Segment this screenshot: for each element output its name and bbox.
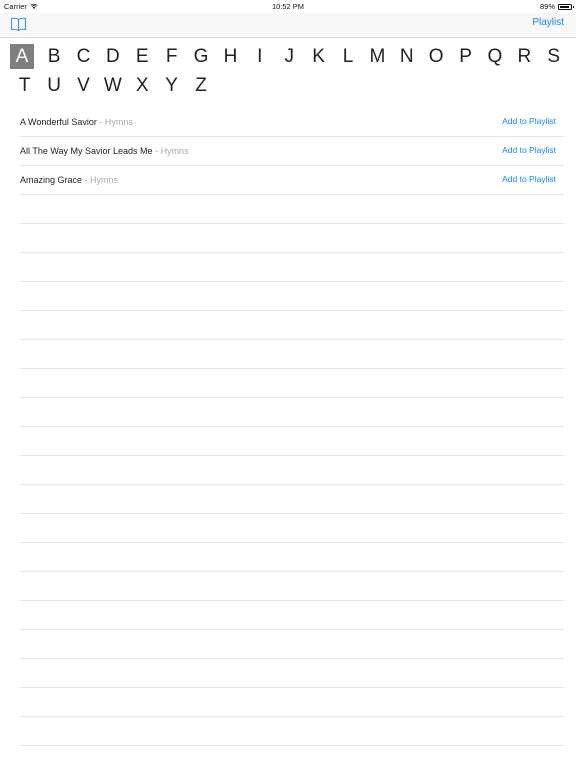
song-separator: - — [152, 146, 161, 156]
letter-e[interactable]: E — [128, 44, 157, 69]
empty-row — [20, 456, 564, 485]
letter-q[interactable]: Q — [480, 44, 509, 69]
playlist-button[interactable]: Playlist — [532, 17, 564, 28]
empty-row — [20, 195, 564, 224]
empty-row — [20, 485, 564, 514]
alphabet-row: TUVWXYZ — [10, 73, 570, 102]
add-to-playlist-button[interactable]: Add to Playlist — [502, 174, 556, 184]
letter-a[interactable]: A — [10, 44, 34, 69]
empty-row — [20, 369, 564, 398]
song-category: Hymns — [104, 117, 133, 127]
book-icon[interactable] — [10, 16, 27, 32]
empty-row — [20, 514, 564, 543]
letter-v[interactable]: V — [69, 73, 98, 98]
empty-row — [20, 543, 564, 572]
empty-row — [20, 427, 564, 456]
letter-m[interactable]: M — [363, 44, 392, 69]
song-title-line: A Wonderful Savior - Hymns — [20, 117, 133, 127]
navigation-bar: Playlist — [0, 13, 576, 38]
song-list: A Wonderful Savior - Hymns Add to Playlis… — [20, 108, 564, 746]
letter-c[interactable]: C — [69, 44, 98, 69]
letter-z[interactable]: Z — [186, 73, 215, 98]
song-category: Hymns — [90, 175, 119, 185]
status-right: 89% — [539, 0, 574, 13]
letter-p[interactable]: P — [451, 44, 480, 69]
empty-row — [20, 659, 564, 688]
song-title-line: Amazing Grace - Hymns — [20, 175, 118, 185]
alphabet-index: ABCDEFGHIJKLMNOPQRS TUVWXYZ — [10, 44, 570, 102]
song-title-line: All The Way My Savior Leads Me - Hymns — [20, 146, 189, 156]
letter-o[interactable]: O — [421, 44, 450, 69]
letter-i[interactable]: I — [245, 44, 274, 69]
status-time: 10:52 PM — [271, 2, 305, 11]
song-separator: - — [96, 117, 105, 127]
letter-f[interactable]: F — [157, 44, 186, 69]
letter-h[interactable]: H — [216, 44, 245, 69]
battery-percent: 89% — [539, 2, 555, 11]
empty-row — [20, 630, 564, 659]
song-title: A Wonderful Savior — [20, 117, 97, 127]
battery-icon — [558, 3, 574, 10]
empty-row — [20, 311, 564, 340]
letter-x[interactable]: X — [128, 73, 157, 98]
empty-row — [20, 572, 564, 601]
letter-r[interactable]: R — [510, 44, 539, 69]
letter-j[interactable]: J — [275, 44, 304, 69]
empty-row — [20, 253, 564, 282]
letter-l[interactable]: L — [333, 44, 362, 69]
empty-row — [20, 340, 564, 369]
song-title: Amazing Grace — [20, 175, 83, 185]
letter-g[interactable]: G — [186, 44, 215, 69]
empty-row — [20, 601, 564, 630]
song-separator: - — [82, 175, 91, 185]
letter-b[interactable]: B — [39, 44, 68, 69]
empty-row — [20, 224, 564, 253]
letter-d[interactable]: D — [98, 44, 127, 69]
song-category: Hymns — [160, 146, 189, 156]
empty-row — [20, 717, 564, 746]
letter-y[interactable]: Y — [157, 73, 186, 98]
letter-s[interactable]: S — [539, 44, 568, 69]
add-to-playlist-button[interactable]: Add to Playlist — [502, 116, 556, 126]
song-row[interactable]: A Wonderful Savior - Hymns Add to Playlis… — [20, 108, 564, 137]
song-row[interactable]: Amazing Grace - Hymns Add to Playlist — [20, 166, 564, 195]
alphabet-row: ABCDEFGHIJKLMNOPQRS — [10, 44, 570, 73]
empty-row — [20, 688, 564, 717]
song-title: All The Way My Savior Leads Me — [20, 146, 153, 156]
empty-row — [20, 398, 564, 427]
add-to-playlist-button[interactable]: Add to Playlist — [502, 145, 556, 155]
status-bar: Carrier 10:52 PM 89% — [0, 0, 576, 13]
empty-row — [20, 282, 564, 311]
letter-w[interactable]: W — [98, 73, 127, 98]
letter-n[interactable]: N — [392, 44, 421, 69]
song-row[interactable]: All The Way My Savior Leads Me - Hymns Ad… — [20, 137, 564, 166]
letter-u[interactable]: U — [39, 73, 68, 98]
letter-k[interactable]: K — [304, 44, 333, 69]
letter-t[interactable]: T — [10, 73, 39, 98]
